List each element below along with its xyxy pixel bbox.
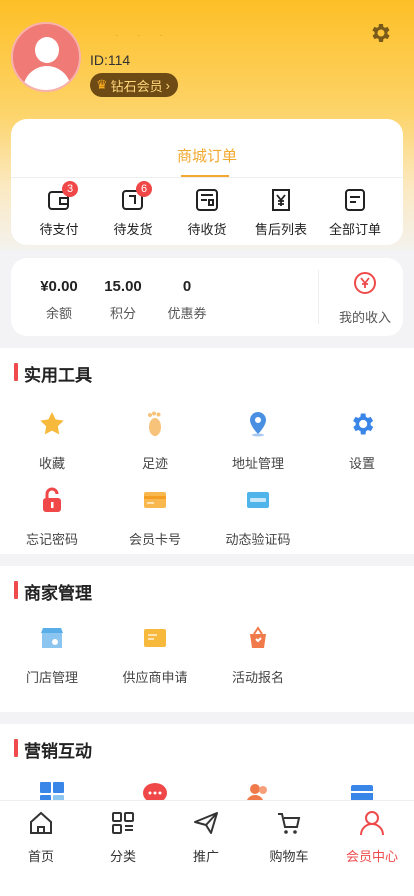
my-income-button[interactable]: 我的收入 <box>325 270 405 326</box>
tool-label: 会员卡号 <box>128 532 181 547</box>
order-pending-receipt[interactable]: 待收货 <box>172 187 242 238</box>
yen-receipt-icon <box>268 187 294 213</box>
user-id: ID:114 <box>90 52 131 68</box>
tool-label: 活动报名 <box>231 670 284 685</box>
order-item-label: 全部订单 <box>328 222 381 237</box>
stat-points[interactable]: 15.00 积分 <box>95 278 151 322</box>
tool-label: 忘记密码 <box>25 532 78 547</box>
code-card-icon <box>247 492 269 508</box>
cart-icon <box>278 813 301 834</box>
username-blurred: · · · <box>115 30 171 41</box>
order-item-label: 待收货 <box>187 222 227 237</box>
merchant-event[interactable]: 活动报名 <box>208 624 308 686</box>
tool-label: 地址管理 <box>231 456 284 471</box>
settings-gear-icon[interactable] <box>368 21 392 45</box>
tool-member-card[interactable]: 会员卡号 <box>105 486 205 548</box>
tool-label: 设置 <box>348 456 375 471</box>
tool-label: 收藏 <box>38 456 65 471</box>
grid-icon <box>112 812 134 834</box>
tab-home[interactable]: 首页 <box>1 809 81 865</box>
income-label: 我的收入 <box>338 310 391 325</box>
home-icon <box>30 811 52 834</box>
section-title: 商家管理 <box>14 579 92 604</box>
event-icon <box>250 626 266 648</box>
member-badge-label: 钻石会员 <box>110 78 163 94</box>
footprint-icon <box>148 411 161 436</box>
wallet-card: ¥0.00 余额 15.00 积分 0 优惠券 我的收入 <box>11 258 403 336</box>
tab-cart[interactable]: 购物车 <box>249 809 329 865</box>
store-icon <box>41 628 63 648</box>
list-doc-icon <box>342 187 368 213</box>
tools-section: 实用工具 收藏 足迹 地址管理 设置 忘记密码 会员卡号 动态验证码 <box>0 348 414 554</box>
user-icon <box>360 811 384 836</box>
tool-address[interactable]: 地址管理 <box>208 410 308 472</box>
divider <box>11 177 403 178</box>
merchant-section: 商家管理 门店管理 供应商申请 活动报名 <box>0 566 414 712</box>
card-icon <box>144 492 166 508</box>
stat-coupons[interactable]: 0 优惠券 <box>159 278 215 322</box>
order-pending-shipment[interactable]: 6 待发货 <box>98 181 168 238</box>
tab-promotion[interactable]: 推广 <box>166 809 246 865</box>
paper-plane-icon <box>194 812 218 834</box>
tool-label: 足迹 <box>141 456 168 471</box>
supplier-icon <box>144 629 166 647</box>
stat-value: ¥0.00 <box>40 278 78 295</box>
divider <box>318 270 319 324</box>
merchant-supplier[interactable]: 供应商申请 <box>105 624 205 686</box>
gear-icon <box>353 413 374 435</box>
section-title: 实用工具 <box>14 361 92 386</box>
order-pending-payment[interactable]: 3 待支付 <box>24 181 94 238</box>
crown-icon: ♛ <box>96 77 108 92</box>
tab-label: 推广 <box>192 849 219 864</box>
tool-favorites[interactable]: 收藏 <box>2 410 102 472</box>
section-title: 营销互动 <box>14 737 92 762</box>
tab-label: 分类 <box>109 849 136 864</box>
avatar-body-shape <box>23 66 71 90</box>
stat-value: 0 <box>182 278 192 295</box>
tab-member-center[interactable]: 会员中心 <box>332 809 412 865</box>
avatar-head-shape <box>35 37 59 63</box>
tab-label: 购物车 <box>269 849 309 864</box>
tab-label: 首页 <box>27 849 54 864</box>
tool-settings[interactable]: 设置 <box>312 410 412 472</box>
location-pin-icon <box>250 412 266 437</box>
stat-label: 积分 <box>109 306 136 321</box>
tool-footprints[interactable]: 足迹 <box>105 410 205 472</box>
order-after-sales[interactable]: 售后列表 <box>246 187 316 238</box>
income-icon <box>354 272 376 294</box>
tab-category[interactable]: 分类 <box>83 809 163 865</box>
chevron-right-icon: › <box>165 77 171 93</box>
wallet-icon: 3 <box>46 181 78 213</box>
orders-card: 商城订单 3 待支付 6 待发货 待收货 售后列表 全部订单 <box>11 119 403 245</box>
tool-forgot-password[interactable]: 忘记密码 <box>2 486 102 548</box>
bottom-tab-bar: 首页 分类 推广 购物车 会员中心 <box>0 800 414 896</box>
star-icon <box>40 412 64 435</box>
count-badge: 3 <box>62 181 78 197</box>
tab-label: 会员中心 <box>345 849 398 864</box>
tool-label: 动态验证码 <box>225 532 291 547</box>
orders-title[interactable]: 商城订单 <box>11 145 403 166</box>
tool-label: 门店管理 <box>25 670 78 685</box>
order-item-label: 待发货 <box>113 222 153 237</box>
merchant-store[interactable]: 门店管理 <box>2 624 102 686</box>
count-badge: 6 <box>136 181 152 197</box>
stat-label: 余额 <box>45 306 72 321</box>
tool-dynamic-code[interactable]: 动态验证码 <box>208 486 308 548</box>
stat-label: 优惠券 <box>167 306 207 321</box>
order-item-label: 待支付 <box>39 222 79 237</box>
box-icon: 6 <box>120 181 152 213</box>
tool-label: 供应商申请 <box>122 670 188 685</box>
order-item-label: 售后列表 <box>254 222 307 237</box>
stat-balance[interactable]: ¥0.00 余额 <box>31 278 87 322</box>
order-all[interactable]: 全部订单 <box>320 187 390 238</box>
member-badge[interactable]: ♛ 钻石会员 › <box>90 73 179 97</box>
lock-icon <box>43 487 61 512</box>
delivery-icon <box>194 187 220 213</box>
stat-value: 15.00 <box>104 278 142 295</box>
avatar[interactable] <box>11 22 81 92</box>
